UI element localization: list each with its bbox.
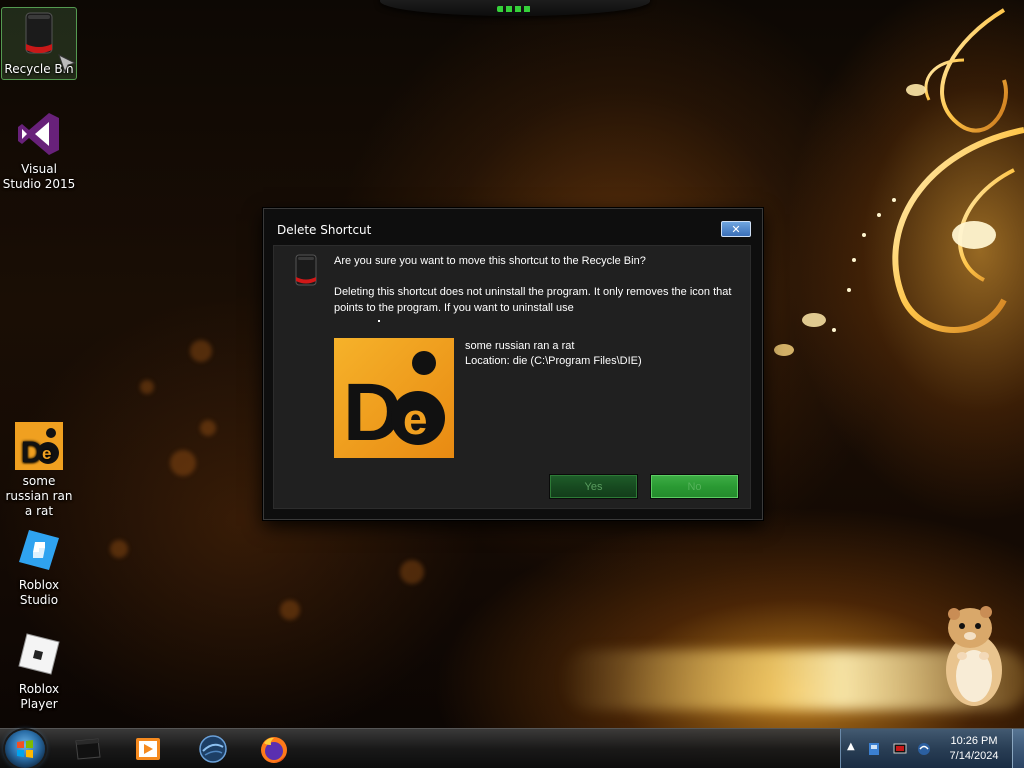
desktop-icon-roblox-studio[interactable]: Roblox Studio bbox=[1, 526, 77, 608]
start-button[interactable] bbox=[5, 730, 45, 768]
clock-date: 7/14/2024 bbox=[949, 750, 999, 762]
clock[interactable]: 10:26 PM 7/14/2024 bbox=[941, 734, 1007, 764]
desktop-icon-label: Roblox Studio bbox=[18, 578, 60, 607]
network-icon[interactable] bbox=[917, 742, 931, 756]
wallpaper-bokeh bbox=[140, 380, 154, 394]
wallpaper-bokeh bbox=[170, 450, 196, 476]
tray-app-icon[interactable] bbox=[867, 742, 881, 756]
close-button[interactable]: ✕ bbox=[721, 221, 751, 237]
delete-shortcut-dialog: Delete Shortcut ✕ Are you sure you want … bbox=[263, 208, 763, 520]
dialog-titlebar[interactable]: Delete Shortcut ✕ bbox=[264, 209, 762, 245]
system-tray: ▲ 10:26 PM 7/14/2024 bbox=[840, 729, 1024, 768]
dialog-title: Delete Shortcut bbox=[277, 223, 372, 237]
dialog-description: Deleting this shortcut does not uninstal… bbox=[334, 286, 732, 314]
wallpaper-bokeh bbox=[190, 340, 212, 362]
globe-icon bbox=[199, 735, 227, 763]
recycle-bin-icon bbox=[295, 254, 317, 286]
dialog-text-dot bbox=[378, 320, 380, 322]
firefox-icon bbox=[261, 737, 287, 763]
desktop: Recycle Bin Visual Studio 2015 D e some … bbox=[0, 0, 1024, 768]
dialog-item-name: some russian ran a rat bbox=[465, 340, 575, 352]
wallpaper-bokeh bbox=[110, 540, 128, 558]
monitor-icon[interactable] bbox=[893, 742, 907, 756]
close-icon: ✕ bbox=[731, 222, 741, 236]
taskbar-item-terminal[interactable] bbox=[72, 733, 104, 765]
roblox-player-icon bbox=[18, 633, 60, 675]
wallpaper-bokeh bbox=[200, 420, 216, 436]
clock-time: 10:26 PM bbox=[950, 735, 998, 747]
desktop-icon-label: Roblox Player bbox=[18, 682, 60, 711]
wallpaper-bokeh bbox=[400, 560, 424, 584]
mouse-cursor-icon bbox=[58, 53, 77, 74]
start-orb-icon bbox=[17, 740, 33, 758]
desktop-icon-label: some russian ran a rat bbox=[5, 474, 73, 518]
dialog-item-location: Location: die (C:\Program Files\DIE) bbox=[465, 355, 642, 367]
show-desktop-button[interactable] bbox=[1012, 729, 1024, 768]
green-indicator-lights bbox=[497, 6, 531, 12]
top-ornament bbox=[380, 0, 650, 16]
die-icon-letter-e: e bbox=[403, 395, 427, 444]
desktop-icon-roblox-player[interactable]: Roblox Player bbox=[1, 630, 77, 712]
desktop-icon-recycle-bin[interactable]: Recycle Bin bbox=[1, 7, 77, 80]
desktop-icon-die[interactable]: D e some russian ran a rat bbox=[1, 422, 77, 519]
terminal-window-icon bbox=[75, 738, 101, 760]
taskbar: ▲ 10:26 PM 7/14/2024 bbox=[0, 728, 1024, 768]
taskbar-item-firefox[interactable] bbox=[258, 733, 290, 765]
desktop-icon-label: Visual Studio 2015 bbox=[2, 162, 76, 191]
roblox-studio-icon bbox=[19, 530, 59, 570]
taskbar-item-globe[interactable] bbox=[197, 733, 229, 765]
hamster-image bbox=[946, 606, 1002, 706]
taskbar-item-media-player[interactable] bbox=[132, 733, 164, 765]
die-app-icon: D e bbox=[15, 422, 63, 470]
show-hidden-icons-chevron[interactable]: ▲ bbox=[847, 741, 855, 752]
die-app-icon: D e bbox=[334, 338, 454, 458]
dialog-question: Are you sure you want to move this short… bbox=[334, 255, 646, 267]
yes-button[interactable]: Yes bbox=[549, 474, 638, 499]
desktop-icon-visual-studio[interactable]: Visual Studio 2015 bbox=[1, 110, 77, 192]
media-player-icon bbox=[136, 738, 160, 760]
wallpaper-bokeh bbox=[280, 600, 300, 620]
svg-text:e: e bbox=[42, 444, 51, 463]
visual-studio-icon bbox=[18, 113, 59, 155]
recycle-bin-icon bbox=[25, 12, 53, 54]
dialog-body: Are you sure you want to move this short… bbox=[273, 245, 751, 509]
no-button[interactable]: No bbox=[650, 474, 739, 499]
